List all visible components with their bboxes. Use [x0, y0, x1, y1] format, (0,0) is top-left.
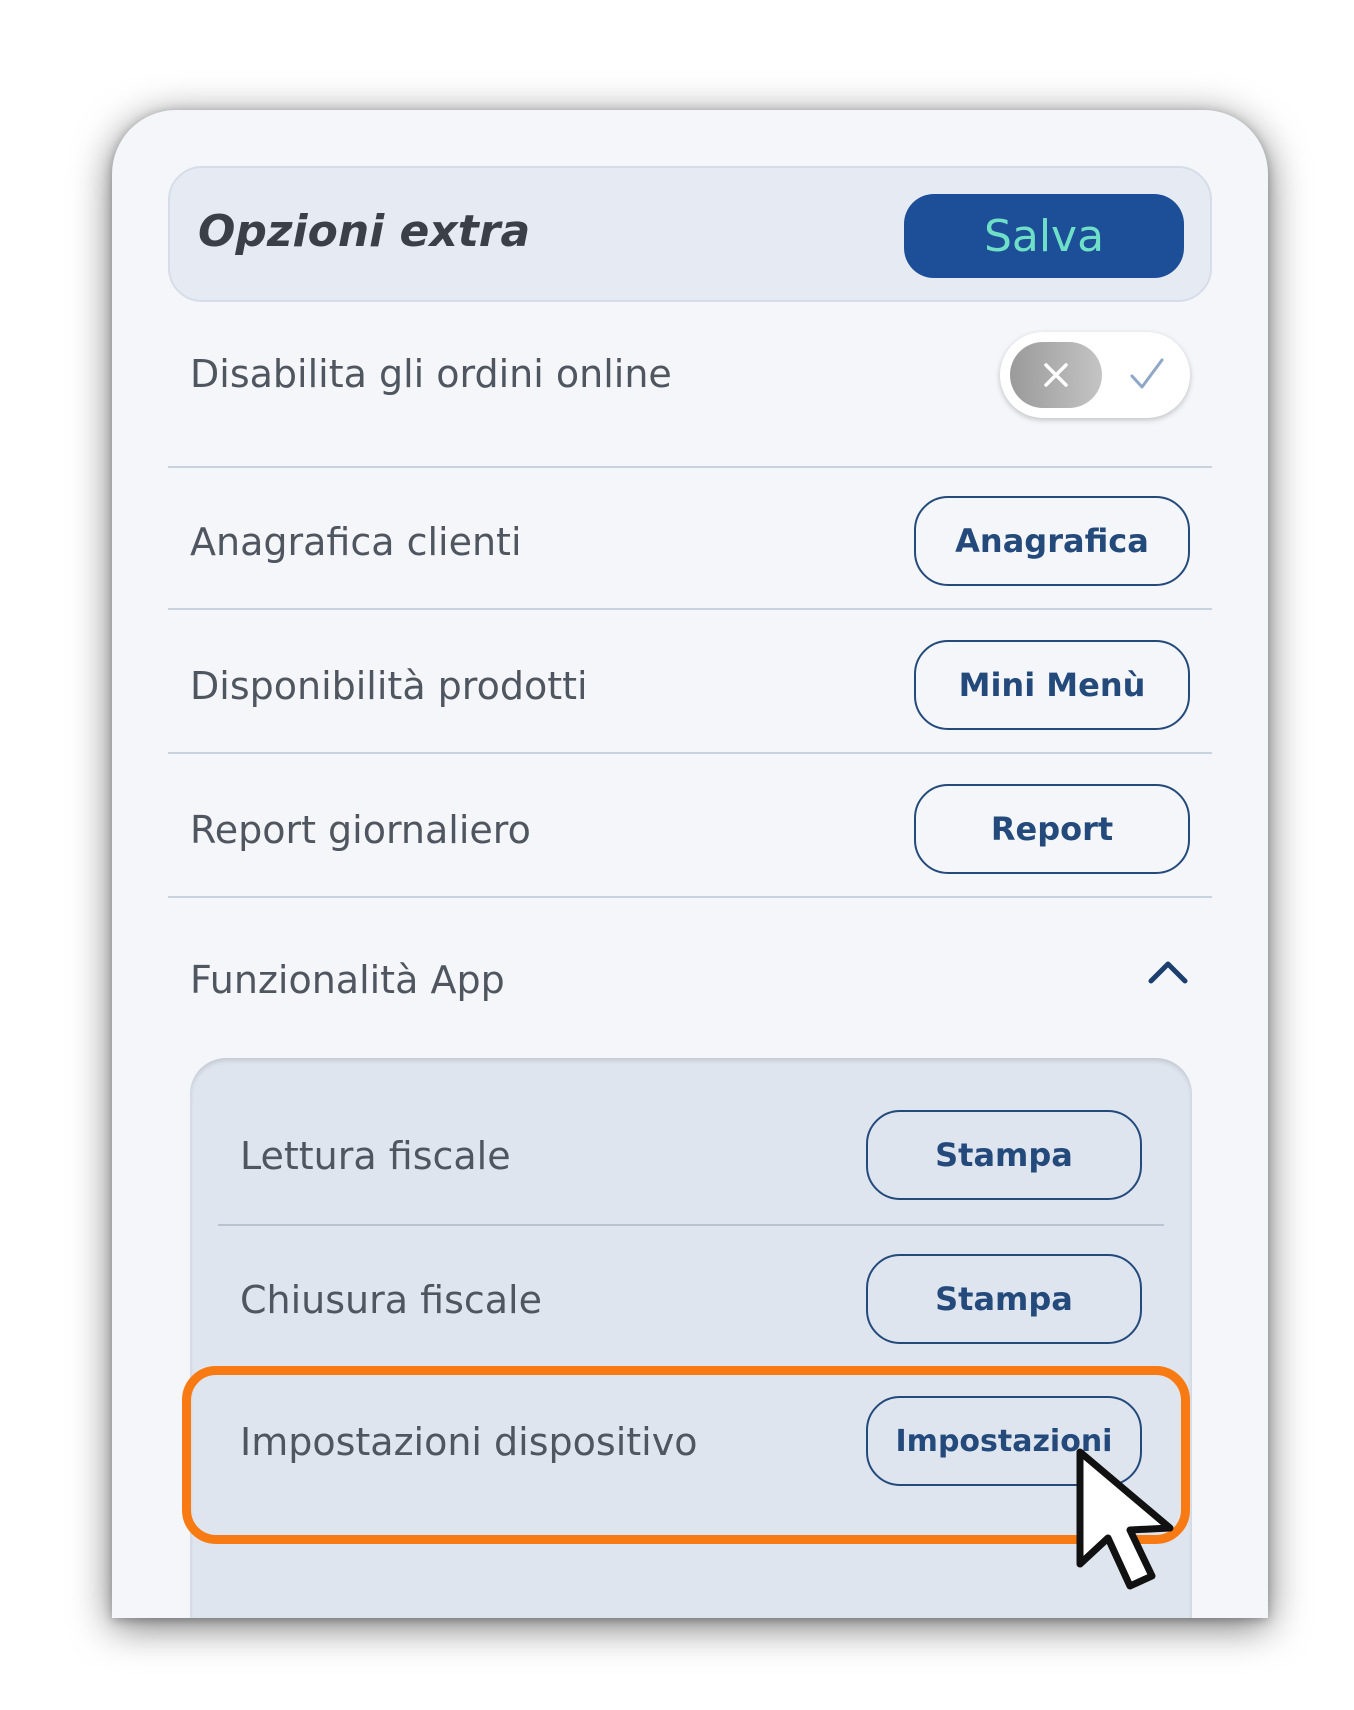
row-customer-registry: Anagrafica clienti Anagrafica — [168, 496, 1212, 590]
row-label: Disponibilità prodotti — [190, 664, 588, 708]
row-label: Anagrafica clienti — [190, 520, 522, 564]
report-button[interactable]: Report — [914, 784, 1190, 874]
row-disable-online-orders: Disabilita gli ordini online — [168, 332, 1212, 418]
section-label: Funzionalità App — [190, 958, 505, 1002]
fiscal-reading-print-button[interactable]: Stampa — [866, 1110, 1142, 1200]
row-fiscal-closing: Chiusura fiscale Stampa — [190, 1254, 1192, 1348]
check-icon — [1130, 358, 1164, 389]
panel-header: Opzioni extra Salva — [168, 166, 1212, 302]
save-button[interactable]: Salva — [904, 194, 1184, 278]
mouse-cursor-icon — [1076, 1448, 1174, 1590]
extra-options-panel: Opzioni extra Salva Disabilita gli ordin… — [112, 110, 1268, 1618]
divider — [168, 752, 1212, 754]
fiscal-closing-print-button[interactable]: Stampa — [866, 1254, 1142, 1344]
row-device-settings: Impostazioni dispositivo Impostazioni — [190, 1396, 1192, 1490]
divider — [218, 1224, 1164, 1226]
divider — [168, 466, 1212, 468]
row-label: Lettura fiscale — [240, 1134, 511, 1178]
row-label: Impostazioni dispositivo — [240, 1420, 698, 1464]
chevron-up-icon[interactable] — [1146, 956, 1190, 986]
mini-menu-button[interactable]: Mini Menù — [914, 640, 1190, 730]
row-label: Chiusura fiscale — [240, 1278, 542, 1322]
row-fiscal-reading: Lettura fiscale Stampa — [190, 1110, 1192, 1204]
app-features-section-header[interactable]: Funzionalità App — [168, 948, 1212, 1018]
row-product-availability: Disponibilità prodotti Mini Menù — [168, 640, 1212, 734]
registry-button[interactable]: Anagrafica — [914, 496, 1190, 586]
row-label: Disabilita gli ordini online — [190, 352, 672, 396]
row-label: Report giornaliero — [190, 808, 531, 852]
divider — [168, 608, 1212, 610]
disable-online-orders-toggle[interactable] — [1000, 332, 1190, 418]
toggle-knob — [1010, 342, 1102, 408]
app-features-panel: Lettura fiscale Stampa Chiusura fiscale … — [190, 1058, 1192, 1618]
x-icon — [1044, 363, 1068, 387]
panel-title: Opzioni extra — [198, 206, 531, 257]
divider — [168, 896, 1212, 898]
row-daily-report: Report giornaliero Report — [168, 784, 1212, 878]
